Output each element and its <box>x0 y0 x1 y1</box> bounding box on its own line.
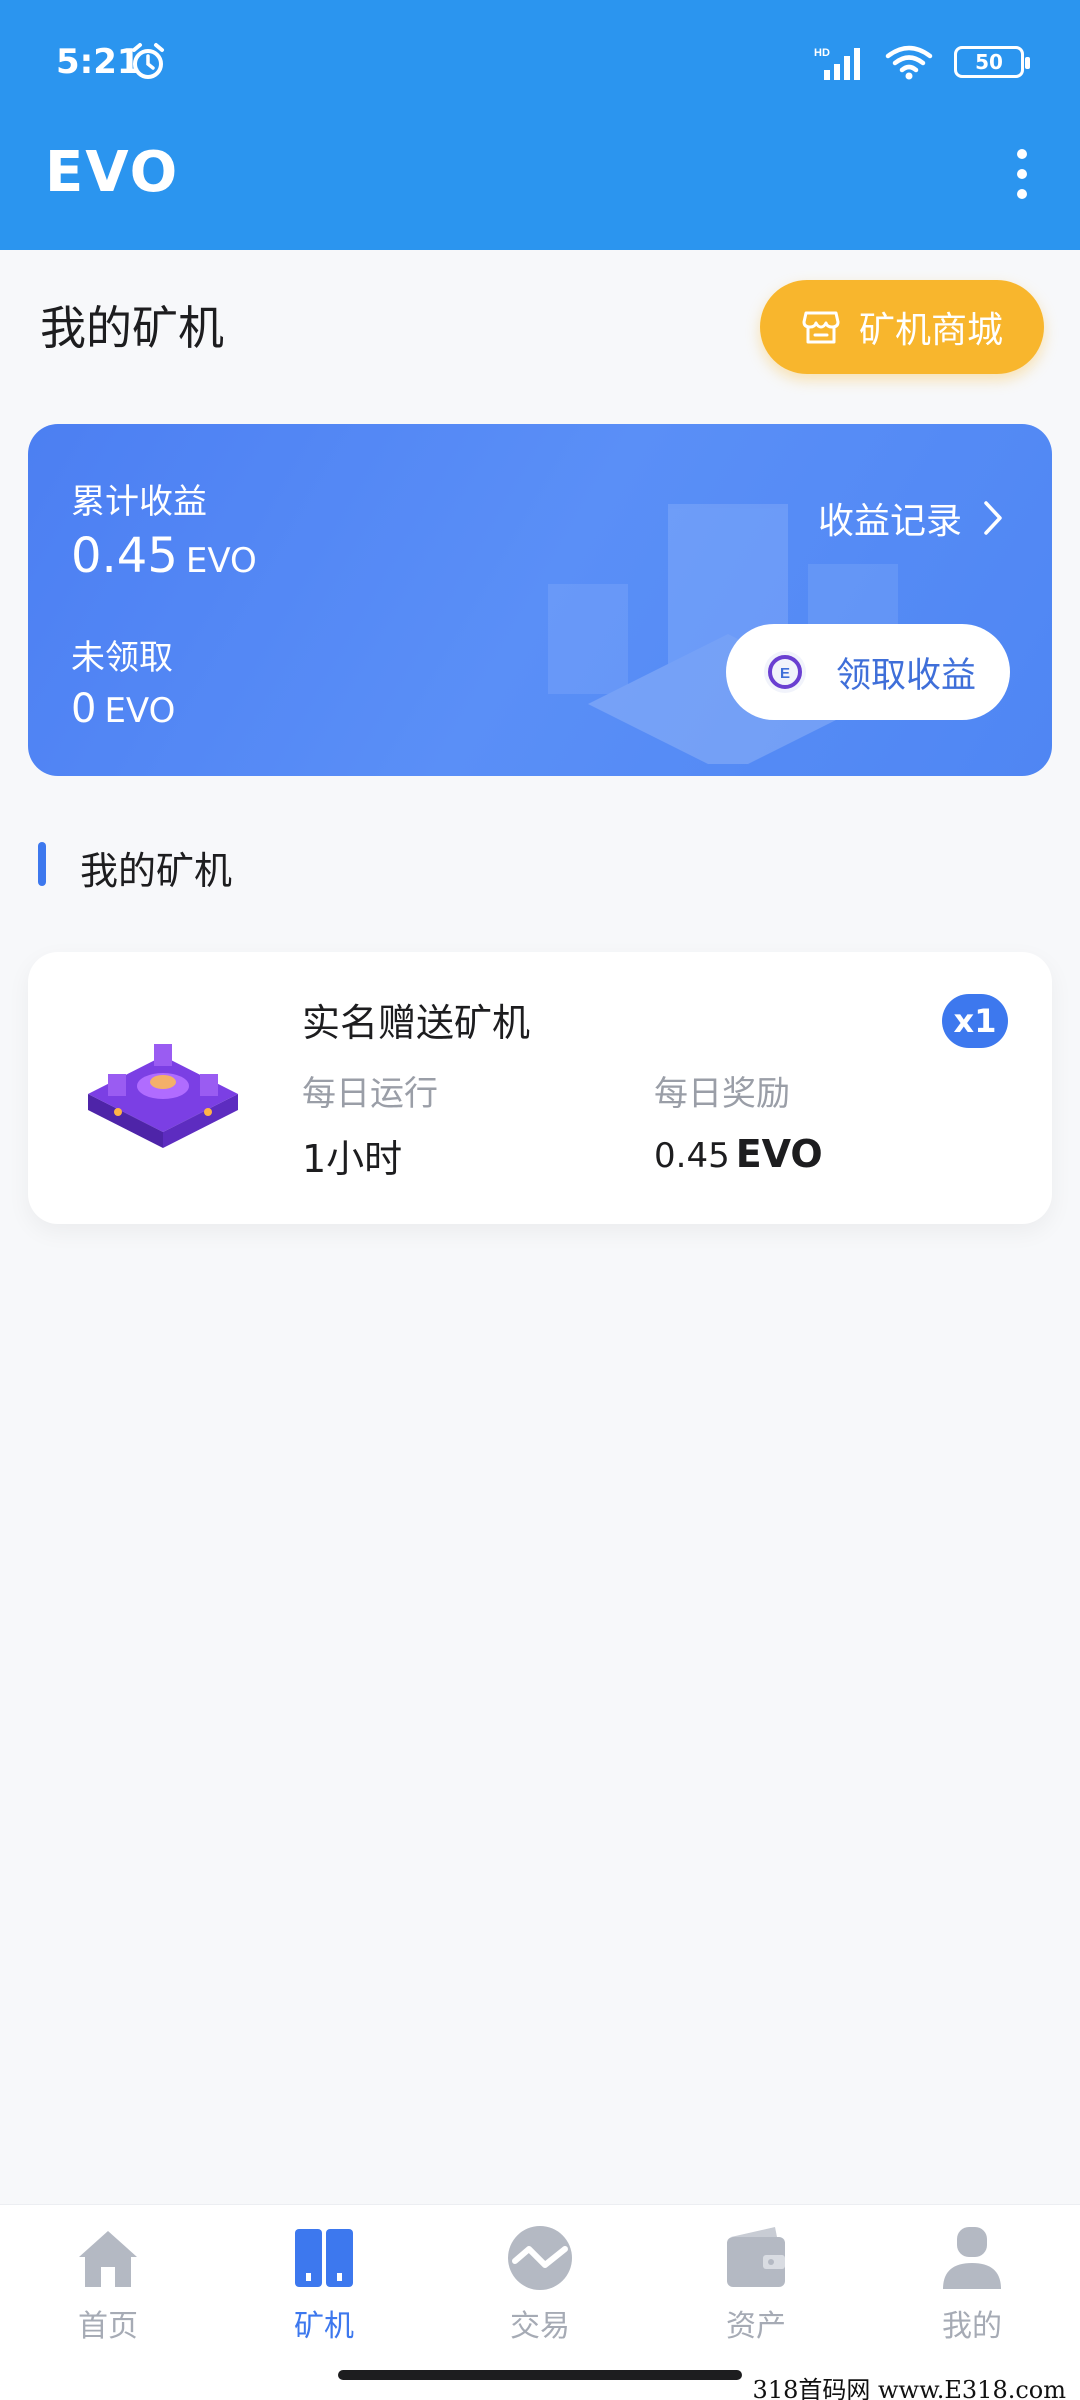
daily-run-label: 每日运行 <box>302 1074 438 1114</box>
daily-run-value: 1小时 <box>302 1137 403 1181</box>
signal-icon: HD <box>814 47 860 80</box>
wifi-icon <box>885 45 933 80</box>
daily-reward-unit: EVO <box>735 1132 823 1176</box>
svg-text:E: E <box>780 665 790 682</box>
miner-card[interactable]: 实名赠送矿机 x1 每日运行 1小时 每日奖励 0.45 EVO <box>28 952 1052 1224</box>
trade-icon <box>508 2226 572 2290</box>
page-title: 我的矿机 <box>40 301 224 355</box>
nav-item-trade[interactable]: 交易 <box>470 2223 610 2363</box>
daily-reward-amount: 0.45 <box>654 1136 730 1176</box>
section-title: 我的矿机 <box>80 849 233 893</box>
nav-item-miner[interactable]: 矿机 <box>254 2223 394 2363</box>
alarm-icon <box>132 43 164 79</box>
chevron-right-icon <box>984 501 1002 535</box>
site-watermark: 318首码网 www.E318.com <box>746 2370 1072 2400</box>
app-title: EVO <box>45 140 180 205</box>
nav-item-me[interactable]: 我的 <box>902 2223 1042 2363</box>
miner-name: 实名赠送矿机 <box>302 1001 531 1045</box>
miner-shop-label: 矿机商城 <box>858 310 1003 351</box>
store-icon <box>802 311 840 344</box>
total-earnings-value: 0.45 EVO <box>71 528 257 584</box>
more-vertical-icon[interactable] <box>1012 148 1032 200</box>
app-header: 5:21 HD 50 EVO <box>0 0 1080 250</box>
battery-level: 50 <box>975 50 1003 74</box>
wallet-icon <box>727 2227 785 2287</box>
evo-coin-icon: E <box>764 651 806 693</box>
nav-item-assets[interactable]: 资产 <box>686 2223 826 2363</box>
miner-shop-button[interactable]: 矿机商城 <box>760 280 1044 374</box>
nav-label-home: 首页 <box>78 2309 138 2344</box>
nav-label-me: 我的 <box>942 2309 1002 2344</box>
svg-text:HD: HD <box>814 47 830 59</box>
unclaimed-label: 未领取 <box>71 638 173 678</box>
battery-indicator: 50 <box>954 46 1030 78</box>
total-earnings-amount: 0.45 <box>71 528 178 584</box>
home-indicator[interactable] <box>338 2370 742 2380</box>
unclaimed-unit: EVO <box>104 691 176 731</box>
claim-earnings-button[interactable]: E 领取收益 <box>726 624 1010 720</box>
user-icon <box>943 2227 1001 2289</box>
section-accent-bar <box>38 842 46 886</box>
claim-earnings-label: 领取收益 <box>836 655 977 696</box>
nav-label-assets: 资产 <box>726 2309 786 2344</box>
miner-icon <box>295 2229 353 2287</box>
unclaimed-value: 0 EVO <box>71 686 175 732</box>
unclaimed-amount: 0 <box>71 686 97 732</box>
status-bar: 5:21 HD 50 <box>0 0 1080 120</box>
status-icons: HD 50 <box>814 44 1030 80</box>
mining-machine-illustration <box>88 1044 238 1148</box>
home-icon <box>79 2231 137 2287</box>
earnings-card: 累计收益 0.45 EVO 未领取 0 EVO 收益记录 E 领取收益 <box>28 424 1052 776</box>
daily-reward-value: 0.45 EVO <box>654 1132 823 1176</box>
total-earnings-unit: EVO <box>185 541 257 581</box>
total-earnings-label: 累计收益 <box>71 482 207 522</box>
daily-reward-label: 每日奖励 <box>654 1074 790 1114</box>
miner-count-badge: x1 <box>942 994 1008 1048</box>
nav-label-miner: 矿机 <box>294 2309 354 2344</box>
nav-item-home[interactable]: 首页 <box>38 2223 178 2363</box>
earnings-record-link[interactable]: 收益记录 <box>818 492 1004 544</box>
earnings-record-label: 收益记录 <box>817 501 962 542</box>
nav-label-trade: 交易 <box>510 2309 570 2344</box>
